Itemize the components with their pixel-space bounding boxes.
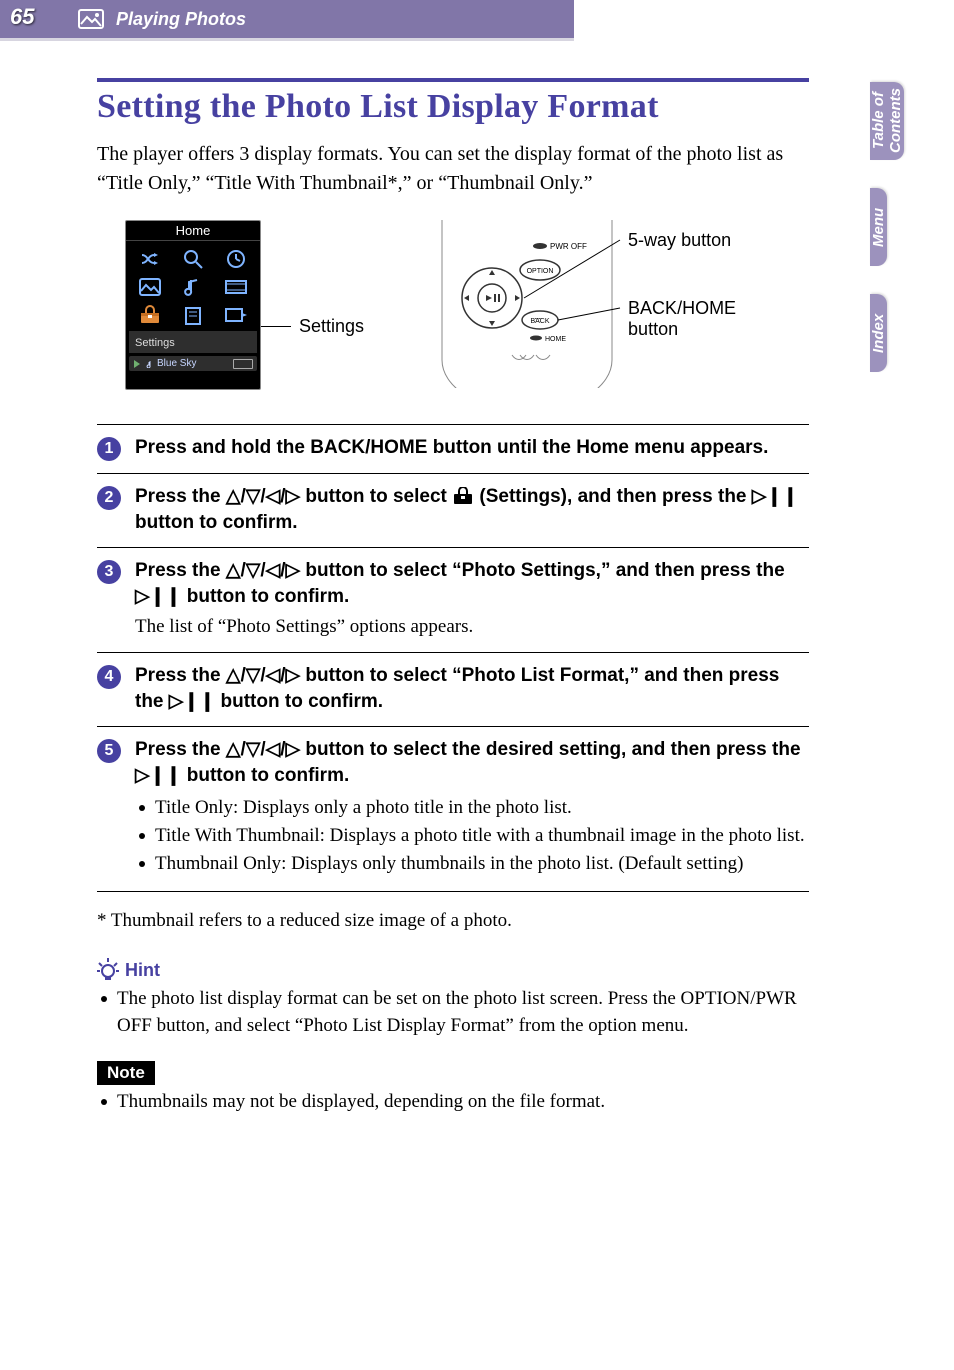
bullet-item: Title Only: Displays only a photo title … [135,795,809,821]
settings-inline-icon [452,487,474,505]
page: 65 Playing Photos Table of Contents Menu… [0,0,954,1370]
step-badge: 5 [97,739,121,763]
music-icon [184,277,202,297]
intro-text: The player offers 3 display formats. You… [97,140,809,198]
hint-label: Hint [125,960,160,981]
step-head: Press the △/▽/◁/▷ button to select (Sett… [135,484,809,535]
step-4: 4 Press the △/▽/◁/▷ button to select “Ph… [97,652,809,726]
selected-item-label: Settings [129,331,257,353]
settings-toolbox-icon [139,305,161,325]
play-tiny-icon [133,360,141,368]
play-glyph: ▷❙❙ [752,486,798,507]
header-bar: 65 Playing Photos [0,0,574,38]
side-tabs: Table of Contents Menu Index [870,82,954,400]
note-item: Thumbnails may not be displayed, dependi… [97,1089,809,1115]
tab-toc[interactable]: Table of Contents [870,82,904,160]
step-badge: 4 [97,665,121,689]
step-2: 2 Press the △/▽/◁/▷ button to select (Se… [97,473,809,547]
callout-backhome: BACK/HOME button [628,298,736,340]
dpad-glyph: △/▽/◁/▷ [226,739,300,760]
title-rule [97,78,809,82]
tab-index[interactable]: Index [870,294,887,372]
back-label: BACK [531,318,550,325]
pwr-off-label: PWR OFF [550,242,587,251]
step-5: 5 Press the △/▽/◁/▷ button to select the… [97,726,809,892]
step-badge: 1 [97,437,121,461]
step-head: Press the △/▽/◁/▷ button to select “Phot… [135,663,809,714]
video-icon [225,278,247,296]
option-label: OPTION [527,268,554,275]
playlist-icon [183,305,203,325]
header-shadow [0,38,574,41]
content: Setting the Photo List Display Format Th… [97,78,809,1115]
page-title: Setting the Photo List Display Format [97,88,809,126]
hint-header: Hint [97,958,809,982]
now-playing-bar: Blue Sky [129,356,257,371]
step-note: The list of “Photo Settings” options app… [135,614,809,641]
hint-item: The photo list display format can be set… [97,986,809,1038]
dpad-glyph: △/▽/◁/▷ [226,665,300,686]
step-head: Press and hold the BACK/HOME button unti… [135,435,809,461]
step-badge: 3 [97,560,121,584]
callout-line [261,326,291,327]
photo-small-icon [139,278,161,296]
note-list: Thumbnails may not be displayed, dependi… [97,1089,809,1115]
play-glyph: ▷❙❙ [169,691,215,712]
bullet-item: Title With Thumbnail: Displays a photo t… [135,823,809,849]
step-head: Press the △/▽/◁/▷ button to select “Phot… [135,558,809,609]
play-glyph: ▷❙❙ [135,586,181,607]
nowplaying-icon [225,306,247,324]
figures: Home Settings [97,220,809,400]
callout-settings: Settings [299,316,364,337]
screen-title: Home [126,221,260,241]
battery-icon [233,359,253,369]
hint-list: The photo list display format can be set… [97,986,809,1038]
note-label: Note [97,1061,155,1085]
device-illustration: PWR OFF OPTION BACK HOME [432,220,622,388]
dpad-glyph: △/▽/◁/▷ [226,560,300,581]
step-badge: 2 [97,486,121,510]
hint-bulb-icon [97,958,119,982]
search-icon [183,249,203,269]
note-tiny-icon [145,360,153,368]
page-number: 65 [10,4,34,30]
footnote: * Thumbnail refers to a reduced size ima… [97,910,809,932]
dpad-glyph: △/▽/◁/▷ [226,486,300,507]
tab-menu[interactable]: Menu [870,188,887,266]
photo-icon [78,9,104,29]
play-glyph: ▷❙❙ [135,765,181,786]
home-screen: Home Settings [125,220,261,390]
home-label: HOME [545,336,566,343]
steps: 1 Press and hold the BACK/HOME button un… [97,424,809,892]
step-1: 1 Press and hold the BACK/HOME button un… [97,424,809,473]
step-head: Press the △/▽/◁/▷ button to select the d… [135,737,809,788]
section-title: Playing Photos [116,9,246,30]
shuffle-icon [139,250,161,268]
callout-5way: 5-way button [628,230,731,251]
bullet-item: Thumbnail Only: Displays only thumbnails… [135,851,809,877]
step-bullets: Title Only: Displays only a photo title … [135,795,809,878]
step-3: 3 Press the △/▽/◁/▷ button to select “Ph… [97,547,809,652]
clock-icon [226,249,246,269]
